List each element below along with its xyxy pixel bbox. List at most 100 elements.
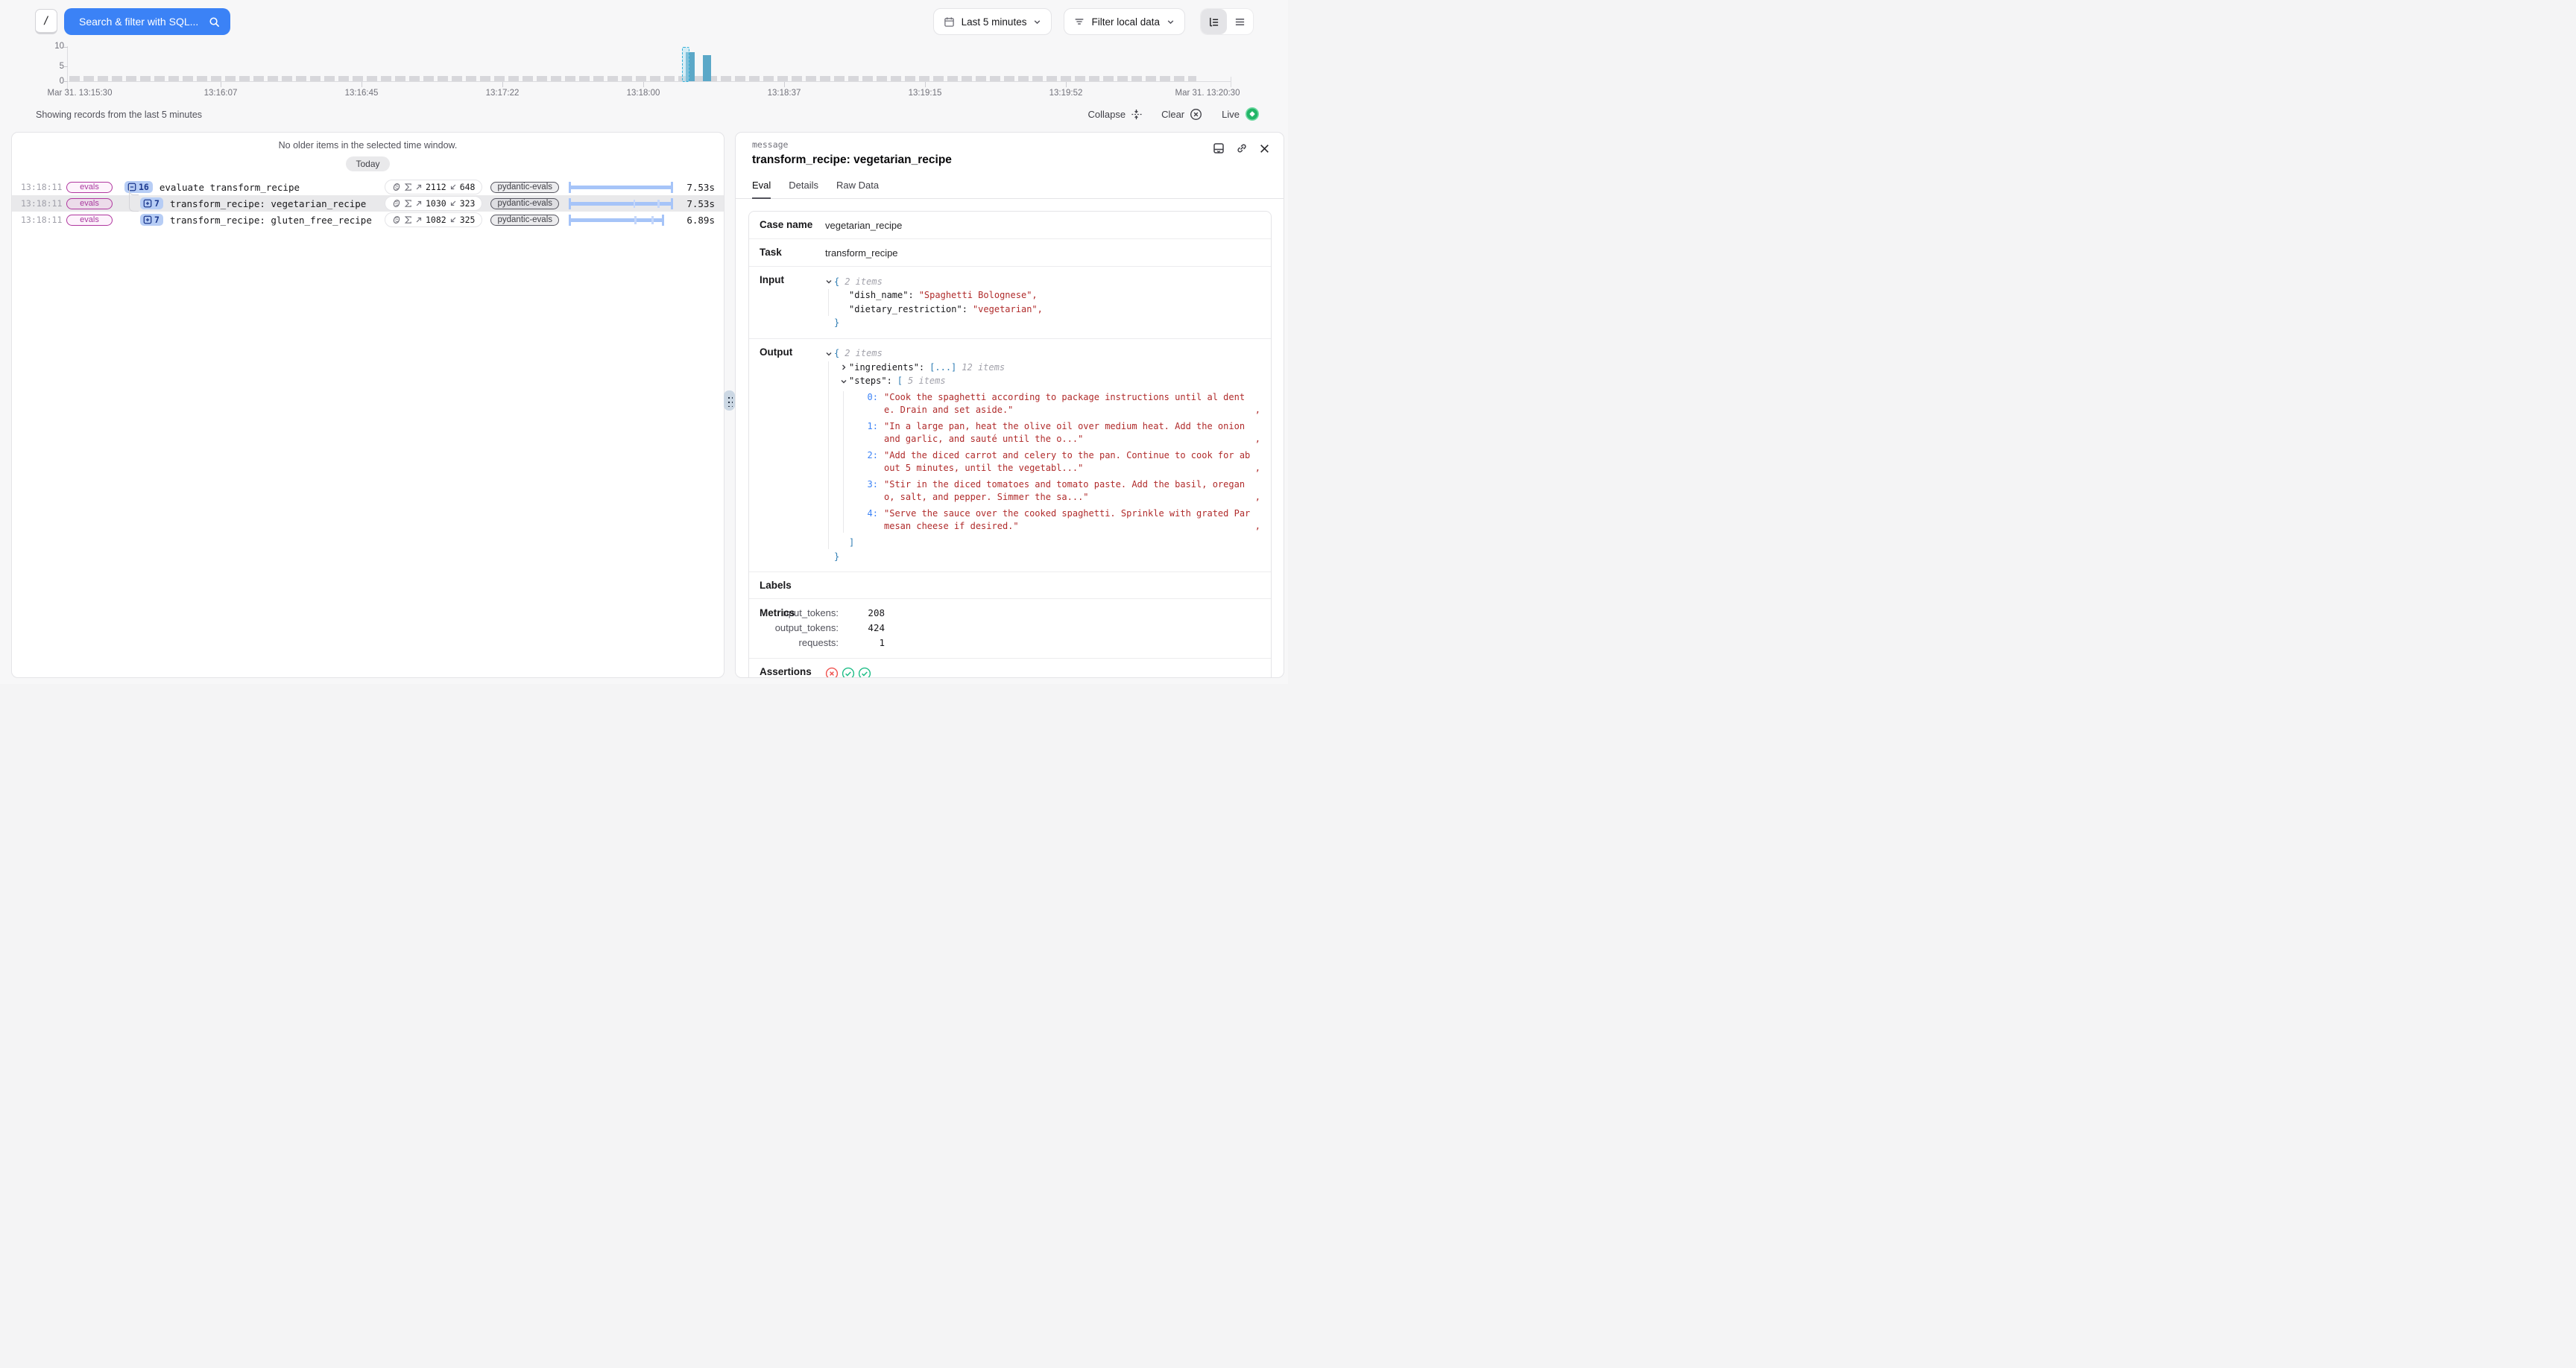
live-indicator-icon <box>1245 107 1260 121</box>
input-tokens-arrow-icon <box>415 183 423 191</box>
tree-view-button[interactable] <box>1201 9 1227 34</box>
assertion-fail-icon[interactable] <box>825 667 839 678</box>
json-array-index: 2: <box>862 449 878 462</box>
record-kind: message <box>752 139 1270 150</box>
trace-row[interactable]: 13:18:11 evals 16 evaluate transform_rec… <box>12 179 724 195</box>
slash-key-label: / <box>43 15 49 27</box>
list-view-button[interactable] <box>1227 9 1253 34</box>
search-button[interactable]: Search & filter with SQL... <box>64 8 230 35</box>
time-range-dropdown[interactable]: Last 5 minutes <box>933 8 1052 35</box>
x-axis-tickmark <box>643 82 644 87</box>
json-array-index: 3: <box>862 478 878 491</box>
chevron-down-icon[interactable] <box>825 276 834 288</box>
live-label: Live <box>1222 109 1240 120</box>
evals-tag[interactable]: evals <box>66 215 113 226</box>
service-tag[interactable]: pydantic-evals <box>490 215 559 226</box>
json-string-value: "Stir in the diced tomatoes and tomato p… <box>884 478 1252 504</box>
case-name-value: vegetarian_recipe <box>825 219 902 231</box>
x-axis-label: Mar 31. 13:15:30 <box>48 89 113 98</box>
json-string-value: "Serve the sauce over the cooked spaghet… <box>884 507 1252 533</box>
empty-buckets-strip[interactable] <box>69 76 1196 81</box>
assertion-pass-icon[interactable] <box>858 667 871 678</box>
json-collapsed-array[interactable]: [...] <box>929 361 956 374</box>
expand-square-icon <box>143 199 152 208</box>
trace-row[interactable]: 13:18:11 evals 7 transform_recipe: veget… <box>12 195 724 212</box>
clear-button[interactable]: Clear <box>1161 108 1202 121</box>
coin-icon <box>392 215 401 224</box>
chevron-down-icon[interactable] <box>825 347 834 360</box>
span-count: 7 <box>154 215 160 225</box>
eval-detail-card: Case name vegetarian_recipe Task transfo… <box>748 211 1272 678</box>
span-count-badge[interactable]: 7 <box>140 214 163 226</box>
json-array-entry: 2: "Add the diced carrot and celery to t… <box>862 449 1260 475</box>
duration-text: 7.53s <box>676 182 715 193</box>
span-count-badge[interactable]: 7 <box>140 197 163 209</box>
json-item-count: 5 items <box>908 375 946 387</box>
copy-link-icon[interactable] <box>1236 142 1248 154</box>
tab-details[interactable]: Details <box>789 180 818 198</box>
assertions-label: Assertions <box>760 666 825 677</box>
evals-tag[interactable]: evals <box>66 182 113 193</box>
input-json-viewer: { 2 items "dish_name": "Spaghetti Bologn… <box>825 274 1260 331</box>
output-field: Output { 2 items "ingredients": [...] <box>749 338 1271 572</box>
json-comma: , <box>1255 404 1260 417</box>
output-tokens-arrow-icon <box>449 183 457 191</box>
y-axis-stub <box>63 66 68 67</box>
clear-circle-x-icon <box>1190 108 1202 121</box>
detail-panel: message transform_recipe: vegetarian_rec… <box>735 132 1284 678</box>
collapse-icon <box>1131 109 1142 120</box>
json-string-value: "Add the diced carrot and celery to the … <box>884 449 1252 475</box>
chevron-down-icon <box>1033 18 1041 26</box>
json-item-count: 12 items <box>962 361 1005 374</box>
list-view-icon <box>1234 16 1246 28</box>
assertion-pass-icon[interactable] <box>842 667 855 678</box>
calendar-icon <box>944 16 955 28</box>
clear-label: Clear <box>1161 109 1184 120</box>
trace-rows: 13:18:11 evals 16 evaluate transform_rec… <box>12 179 724 228</box>
json-open-brace: { <box>834 276 839 288</box>
json-string-value: "vegetarian", <box>973 303 1043 316</box>
live-toggle[interactable]: Live <box>1222 107 1260 121</box>
json-comma: , <box>1255 491 1260 504</box>
slash-shortcut-key[interactable]: / <box>35 9 57 34</box>
metric-value: 424 <box>839 622 885 633</box>
row-timestamp: 13:18:11 <box>21 215 58 225</box>
x-axis-label: 13:16:07 <box>204 89 238 98</box>
tab-raw-data[interactable]: Raw Data <box>836 180 879 198</box>
metric-name: requests: <box>760 637 839 648</box>
duration-bar <box>569 212 673 228</box>
trace-row[interactable]: 13:18:11 evals 7 transform_recipe: glute… <box>12 212 724 228</box>
close-icon[interactable] <box>1259 142 1270 154</box>
tab-eval[interactable]: Eval <box>752 180 771 199</box>
histogram-bar[interactable] <box>703 55 711 81</box>
output-json-viewer: { 2 items "ingredients": [...] 12 items <box>825 346 1260 565</box>
duration-bar <box>569 196 673 212</box>
x-axis-label: 13:16:45 <box>345 89 379 98</box>
chevron-right-icon[interactable] <box>840 361 849 374</box>
json-key: "steps": <box>849 375 892 387</box>
json-string-value: "In a large pan, heat the olive oil over… <box>884 420 1252 446</box>
dock-panel-icon[interactable] <box>1213 142 1225 154</box>
service-tag[interactable]: pydantic-evals <box>490 182 559 193</box>
timeline-histogram: 10 5 0 Mar 31. 13:15:30 13:16:07 13:16:4… <box>0 42 1288 101</box>
chevron-down-icon[interactable] <box>840 375 849 387</box>
json-array-entry: 0: "Cook the spaghetti according to pack… <box>862 391 1260 417</box>
case-name-field: Case name vegetarian_recipe <box>749 212 1271 238</box>
panel-resize-handle[interactable] <box>724 390 735 411</box>
evals-tag[interactable]: evals <box>66 198 113 209</box>
histogram-selection[interactable] <box>682 47 689 82</box>
view-mode-toggle <box>1200 8 1254 35</box>
metrics-label: Metrics <box>760 607 825 618</box>
filter-local-data-dropdown[interactable]: Filter local data <box>1064 8 1185 35</box>
y-axis-stub <box>63 47 68 48</box>
y-axis-line <box>67 46 68 91</box>
output-tokens-arrow-icon <box>449 216 457 224</box>
task-label: Task <box>760 247 825 258</box>
service-tag[interactable]: pydantic-evals <box>490 198 559 209</box>
input-label: Input <box>760 274 825 285</box>
collapse-button[interactable]: Collapse <box>1087 109 1142 120</box>
json-array-index: 4: <box>862 507 878 520</box>
trace-list-panel: No older items in the selected time wind… <box>11 132 724 678</box>
x-axis-label: 13:18:37 <box>768 89 801 98</box>
coin-icon <box>392 183 401 191</box>
